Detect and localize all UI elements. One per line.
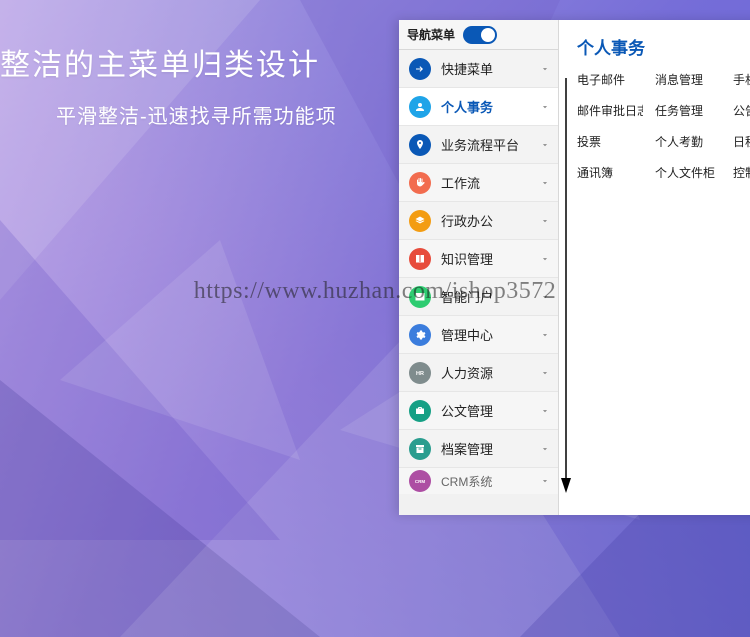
chevron-down-icon [540, 444, 550, 454]
section-link[interactable]: 消息管理 [655, 71, 721, 88]
subline: 平滑整洁-迅速找寻所需功能项 [56, 100, 337, 129]
chevron-down-icon [540, 368, 550, 378]
section-link[interactable]: 任务管理 [655, 102, 721, 119]
chevron-down-icon [540, 102, 550, 112]
section-link[interactable]: 电子邮件 [577, 71, 643, 88]
nav-column: 导航菜单 快捷菜单个人事务业务流程平台工作流行政办公知识管理智能门户管理中心 HR… [399, 20, 559, 515]
chevron-down-icon [540, 330, 550, 340]
svg-text:CRM: CRM [415, 479, 425, 484]
chevron-down-icon [540, 476, 550, 486]
nav-item-label: 公文管理 [441, 401, 493, 420]
section-link[interactable]: 手机短 [733, 71, 750, 88]
portal-icon [409, 286, 431, 308]
nav-item[interactable]: 快捷菜单 [399, 50, 558, 88]
nav-item-label: 人力资源 [441, 363, 493, 382]
archive-icon [409, 438, 431, 460]
nav-item[interactable]: 行政办公 [399, 202, 558, 240]
nav-item[interactable]: HR 人力资源 [399, 354, 558, 392]
section-link[interactable]: 控制面 [733, 164, 750, 181]
nav-item-label: 个人事务 [441, 97, 493, 116]
chevron-down-icon [540, 216, 550, 226]
crm-icon: CRM [409, 470, 431, 492]
person-icon [409, 96, 431, 118]
hr-icon: HR [409, 362, 431, 384]
nav-item-label: 档案管理 [441, 439, 493, 458]
nav-item-label: 快捷菜单 [441, 59, 493, 78]
nav-item-label: 行政办公 [441, 211, 493, 230]
chevron-down-icon [540, 292, 550, 302]
gear-icon [409, 324, 431, 346]
nav-item[interactable]: 智能门户 [399, 278, 558, 316]
nav-item[interactable]: 知识管理 [399, 240, 558, 278]
section-link[interactable]: 个人文件柜 [655, 164, 721, 181]
nav-item[interactable]: 个人事务 [399, 88, 558, 126]
book-icon [409, 248, 431, 270]
menu-panel: 导航菜单 快捷菜单个人事务业务流程平台工作流行政办公知识管理智能门户管理中心HR… [399, 20, 750, 515]
section-link[interactable]: 个人考勤 [655, 133, 721, 150]
section-link-grid: 电子邮件消息管理手机短邮件审批日志任务管理公告通投票个人考勤日程安通讯簿个人文件… [577, 71, 750, 181]
section-title: 个人事务 [577, 34, 750, 59]
content-column: 个人事务 电子邮件消息管理手机短邮件审批日志任务管理公告通投票个人考勤日程安通讯… [559, 20, 750, 515]
section-link[interactable]: 通讯簿 [577, 164, 643, 181]
section-link[interactable]: 投票 [577, 133, 643, 150]
chevron-down-icon [540, 140, 550, 150]
arrow-right-icon [409, 58, 431, 80]
nav-item[interactable]: 业务流程平台 [399, 126, 558, 164]
chevron-down-icon [540, 406, 550, 416]
section-link[interactable]: 日程安 [733, 133, 750, 150]
pin-icon [409, 134, 431, 156]
headline: 整洁的主菜单归类设计 [0, 40, 320, 84]
layers-icon [409, 210, 431, 232]
nav-item[interactable]: 公文管理 [399, 392, 558, 430]
nav-item-label: 管理中心 [441, 325, 493, 344]
section-link[interactable]: 公告通 [733, 102, 750, 119]
nav-header: 导航菜单 [399, 20, 558, 50]
nav-item[interactable]: CRM CRM系统 [399, 468, 558, 494]
nav-item-label: 知识管理 [441, 249, 493, 268]
nav-item-label: 工作流 [441, 173, 480, 192]
chevron-down-icon [540, 64, 550, 74]
briefcase-icon [409, 400, 431, 422]
nav-item-label: 智能门户 [441, 287, 493, 306]
nav-toggle[interactable] [463, 26, 497, 44]
chevron-down-icon [540, 178, 550, 188]
nav-header-label: 导航菜单 [407, 26, 455, 43]
hand-icon [409, 172, 431, 194]
nav-list: 快捷菜单个人事务业务流程平台工作流行政办公知识管理智能门户管理中心 HR 人力资源公… [399, 50, 558, 515]
section-link[interactable]: 邮件审批日志 [577, 102, 643, 119]
nav-item-label: CRM系统 [441, 473, 492, 490]
svg-text:HR: HR [416, 371, 424, 377]
nav-item[interactable]: 工作流 [399, 164, 558, 202]
nav-item[interactable]: 档案管理 [399, 430, 558, 468]
chevron-down-icon [540, 254, 550, 264]
nav-item-label: 业务流程平台 [441, 135, 519, 154]
nav-item[interactable]: 管理中心 [399, 316, 558, 354]
